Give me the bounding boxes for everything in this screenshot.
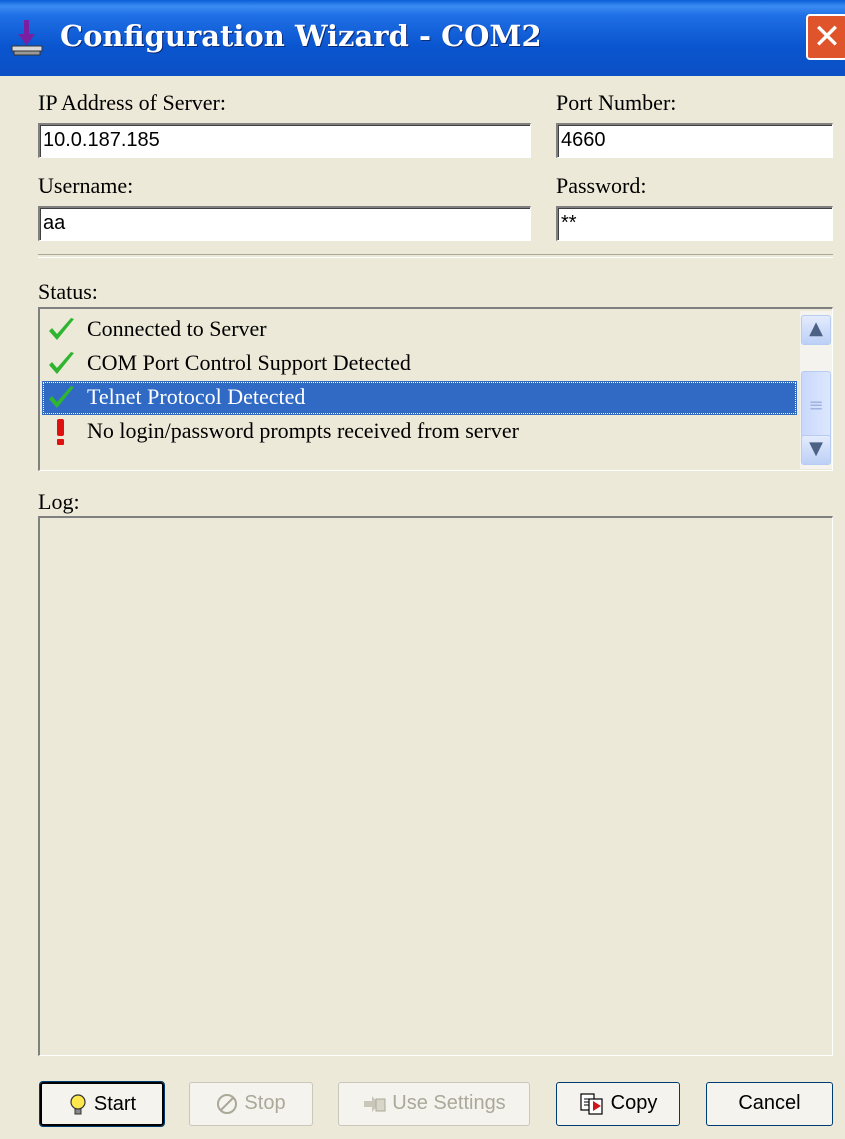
exclamation-icon [57, 419, 64, 445]
status-item-text: Connected to Server [87, 316, 267, 341]
title-bar[interactable]: Configuration Wizard - COM2 ✕ [0, 0, 845, 76]
stop-button[interactable]: Stop [189, 1082, 313, 1126]
stop-icon [217, 1093, 238, 1114]
ip-address-label-text: IP Address of Server: [38, 90, 226, 115]
status-item-text: Telnet Protocol Detected [87, 384, 306, 409]
check-icon [49, 386, 74, 408]
status-label: Status: [38, 279, 98, 304]
separator [38, 254, 833, 258]
copy-button[interactable]: Copy [556, 1082, 680, 1126]
status-item[interactable]: Connected to Server [42, 313, 797, 347]
scroll-up-button[interactable]: ▲ [801, 315, 831, 345]
status-item-text: COM Port Control Support Detected [87, 350, 411, 375]
cancel-button[interactable]: Cancel [706, 1082, 833, 1126]
download-arrow-icon [11, 20, 43, 56]
ip-address-label: IP Address of Server: [38, 89, 226, 117]
scroll-down-button[interactable]: ▼ [801, 435, 831, 465]
check-icon [49, 352, 74, 374]
close-button[interactable]: ✕ [806, 14, 845, 60]
status-list[interactable]: Connected to Server COM Port Control Sup… [38, 307, 833, 471]
start-button[interactable]: Start [39, 1081, 165, 1127]
copy-button-label: Copy [610, 1092, 658, 1114]
copy-icon [580, 1093, 603, 1115]
log-area[interactable] [38, 516, 833, 1056]
status-item-selected[interactable]: Telnet Protocol Detected [42, 381, 797, 415]
username-label: Username: [38, 173, 134, 198]
check-icon [49, 318, 74, 340]
start-button-label: Start [93, 1093, 137, 1115]
configuration-wizard-window: Configuration Wizard - COM2 ✕ IP Address… [0, 0, 845, 1139]
status-scrollbar[interactable]: ▲ ≡ ▼ [800, 311, 832, 469]
username-input[interactable]: aa [38, 206, 531, 241]
port-number-input[interactable]: 4660 [556, 123, 833, 158]
status-item-text: No login/password prompts received from … [87, 418, 519, 443]
ip-address-input[interactable]: 10.0.187.185 [38, 123, 531, 158]
port-number-label: Port Number: [556, 90, 677, 115]
use-settings-icon [364, 1095, 386, 1112]
status-item[interactable]: COM Port Control Support Detected [42, 347, 797, 381]
password-input[interactable]: ** [556, 206, 833, 241]
status-item[interactable]: No login/password prompts received from … [42, 415, 797, 449]
window-title: Configuration Wizard - COM2 [60, 19, 542, 53]
use-settings-button[interactable]: Use Settings [338, 1082, 530, 1126]
lightbulb-icon [70, 1094, 86, 1115]
use-settings-button-label: Use Settings [392, 1092, 506, 1114]
password-label: Password: [556, 173, 647, 198]
scroll-thumb[interactable]: ≡ [801, 371, 831, 443]
log-label: Log: [38, 489, 80, 514]
stop-button-label: Stop [244, 1092, 286, 1114]
